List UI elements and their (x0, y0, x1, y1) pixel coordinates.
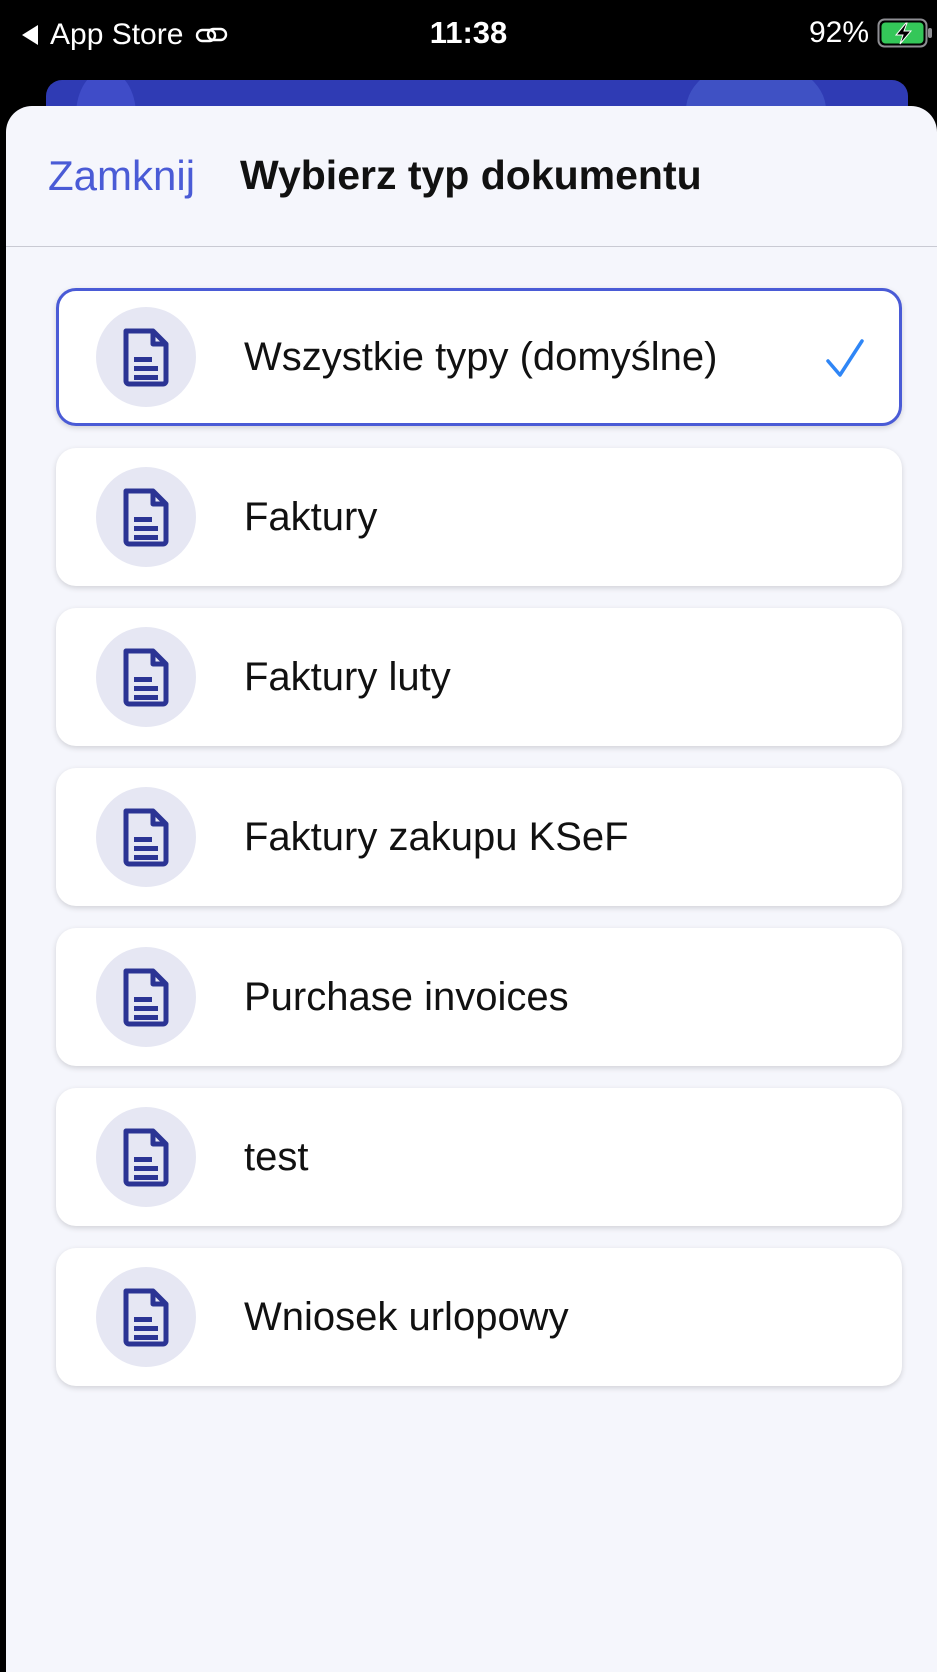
document-type-sheet: Zamknij Wybierz typ dokumentu Wszystkie … (6, 106, 937, 1672)
sheet-header: Zamknij Wybierz typ dokumentu (6, 106, 937, 247)
document-type-item[interactable]: Wniosek urlopowy (56, 1248, 902, 1386)
document-type-item[interactable]: test (56, 1088, 902, 1226)
document-icon (96, 1107, 196, 1207)
document-type-item-selected[interactable]: Wszystkie typy (domyślne) (56, 288, 902, 426)
battery-percent: 92% (808, 16, 869, 49)
document-type-label: Purchase invoices (244, 975, 569, 1019)
document-icon (96, 307, 196, 407)
document-type-item[interactable]: Faktury (56, 448, 902, 586)
document-icon (96, 787, 196, 887)
document-icon (96, 1267, 196, 1367)
document-type-item[interactable]: Faktury zakupu KSeF (56, 768, 902, 906)
status-right: 92% (809, 16, 933, 50)
document-type-label: Wszystkie typy (domyślne) (244, 335, 718, 379)
status-time: 11:38 (429, 15, 508, 50)
document-icon (96, 467, 196, 567)
document-type-item[interactable]: Purchase invoices (56, 928, 902, 1066)
document-type-label: Faktury (244, 495, 378, 539)
document-type-label: Faktury luty (244, 655, 451, 699)
document-type-item[interactable]: Faktury luty (56, 608, 902, 746)
battery-charging-icon (877, 18, 932, 48)
sheet-title: Wybierz typ dokumentu (240, 152, 702, 198)
document-type-label: Faktury zakupu KSeF (244, 815, 629, 859)
checkmark-icon (826, 339, 864, 377)
document-type-list: Wszystkie typy (domyślne) Faktury Faktur… (56, 288, 902, 1408)
document-icon (96, 627, 196, 727)
screen: App Store 11:38 92% Zamknij Wybierz typ … (0, 0, 937, 1672)
document-type-label: test (244, 1135, 309, 1179)
document-type-label: Wniosek urlopowy (244, 1295, 569, 1339)
document-icon (96, 947, 196, 1047)
close-button[interactable]: Zamknij (48, 152, 195, 200)
status-bar: App Store 11:38 92% (0, 0, 937, 64)
